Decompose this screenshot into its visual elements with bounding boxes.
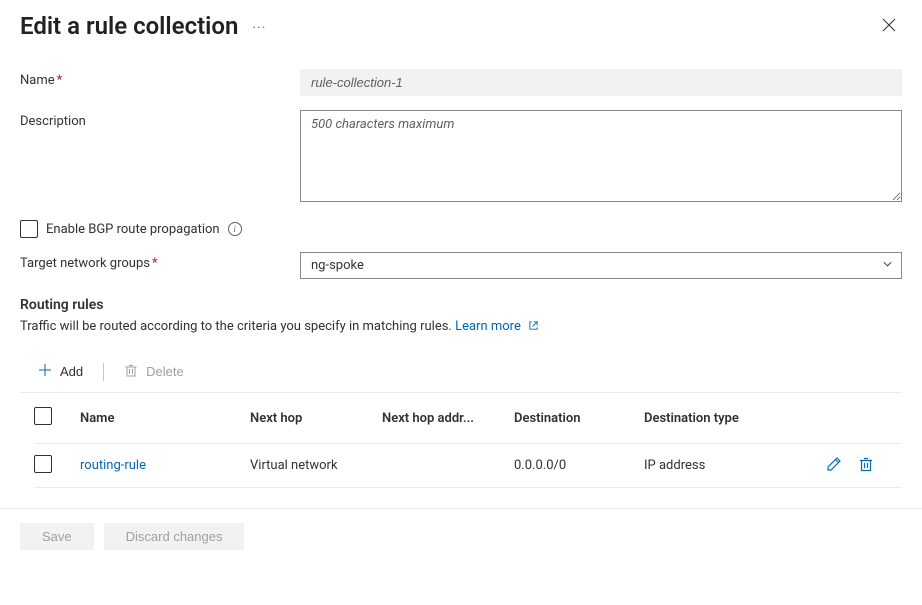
name-input xyxy=(300,69,902,96)
routing-rules-heading: Routing rules xyxy=(20,297,902,313)
chevron-down-icon xyxy=(882,258,893,273)
more-menu-button[interactable]: ··· xyxy=(252,16,266,36)
learn-more-link[interactable]: Learn more xyxy=(455,319,539,334)
description-label: Description xyxy=(20,110,300,129)
col-header-next-hop[interactable]: Next hop xyxy=(250,393,382,444)
rule-next-hop-addr xyxy=(382,444,514,488)
delete-rule-row-button[interactable] xyxy=(856,454,876,477)
rules-table: Name Next hop Next hop addr... Destinati… xyxy=(34,393,902,488)
save-button[interactable]: Save xyxy=(20,523,94,550)
required-indicator: * xyxy=(57,73,63,88)
edit-rule-button[interactable] xyxy=(824,454,844,477)
delete-rule-button: Delete xyxy=(120,361,188,382)
bgp-label: Enable BGP route propagation xyxy=(46,222,220,237)
add-rule-button[interactable]: Add xyxy=(34,361,87,382)
target-groups-value: ng-spoke xyxy=(311,258,364,273)
col-header-name[interactable]: Name xyxy=(80,393,250,444)
col-header-dest-type[interactable]: Destination type xyxy=(644,393,784,444)
external-link-icon xyxy=(528,320,539,335)
row-checkbox[interactable] xyxy=(34,455,52,473)
col-header-next-hop-addr[interactable]: Next hop addr... xyxy=(382,393,514,444)
target-groups-label: Target network groups* xyxy=(20,252,300,271)
target-groups-select[interactable]: ng-spoke xyxy=(300,252,902,279)
description-textarea[interactable] xyxy=(300,110,902,202)
close-icon xyxy=(882,20,896,35)
close-button[interactable] xyxy=(876,12,902,41)
trash-icon xyxy=(858,460,874,475)
rule-dest-type: IP address xyxy=(644,444,784,488)
routing-rules-description: Traffic will be routed according to the … xyxy=(20,319,902,335)
rule-next-hop: Virtual network xyxy=(250,444,382,488)
info-icon[interactable]: i xyxy=(228,222,242,236)
trash-icon xyxy=(124,363,138,380)
table-row[interactable]: routing-rule Virtual network 0.0.0.0/0 I… xyxy=(34,444,902,488)
toolbar-separator xyxy=(103,363,104,381)
select-all-checkbox[interactable] xyxy=(34,407,52,425)
panel-title: Edit a rule collection xyxy=(20,12,238,40)
rule-destination: 0.0.0.0/0 xyxy=(514,444,644,488)
name-label: Name* xyxy=(20,69,300,88)
col-header-destination[interactable]: Destination xyxy=(514,393,644,444)
pencil-icon xyxy=(826,460,842,475)
bgp-checkbox[interactable] xyxy=(20,220,38,238)
discard-button[interactable]: Discard changes xyxy=(104,523,245,550)
rule-name-link[interactable]: routing-rule xyxy=(80,458,146,473)
plus-icon xyxy=(38,363,52,380)
required-indicator: * xyxy=(152,256,158,271)
